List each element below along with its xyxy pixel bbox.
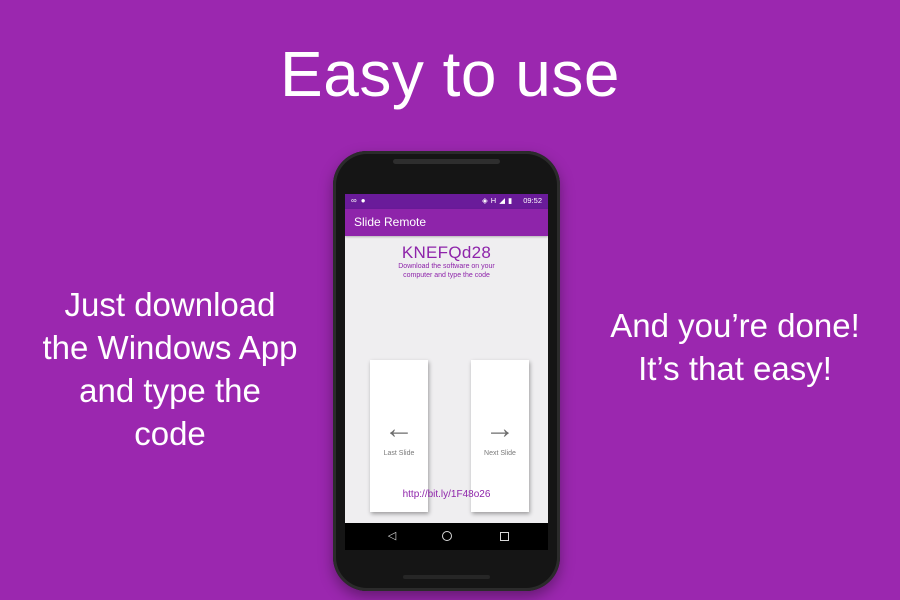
status-right: ◈H◢▮ 09:52 (482, 196, 542, 205)
link-icon: ∞ (351, 196, 361, 205)
pairing-code: KNEFQd28 (401, 243, 492, 262)
arrow-right-icon: → (485, 412, 515, 445)
status-time: 09:52 (523, 196, 542, 205)
arrow-left-icon: ← (384, 412, 414, 445)
phone-speaker (403, 575, 490, 579)
download-link[interactable]: http://bit.ly/1F48o26 (345, 489, 548, 500)
home-icon[interactable] (440, 529, 454, 543)
signal-h-icon: H (490, 196, 500, 205)
status-bar: ∞● ◈H◢▮ 09:52 (345, 194, 548, 209)
phone-screen: ∞● ◈H◢▮ 09:52 Slide Remote KNEFQd28 Down… (345, 194, 548, 550)
app-title: Slide Remote (354, 215, 427, 229)
next-slide-label: Next Slide (484, 450, 516, 457)
status-left-icons: ∞● (351, 196, 370, 205)
app-bar: Slide Remote (345, 209, 548, 236)
status-right-icons: ◈H◢▮ (482, 196, 520, 205)
pairing-instructions: Download the software on your computer a… (398, 263, 495, 279)
battery-icon: ▮ (507, 196, 516, 205)
back-icon[interactable]: ◁ (385, 529, 399, 543)
right-done-text: And you’re done! It’s that easy! (610, 307, 860, 387)
last-slide-label: Last Slide (383, 450, 415, 457)
recent-apps-icon[interactable] (497, 529, 511, 543)
location-icon: ● (360, 196, 370, 205)
android-nav-bar: ◁ (345, 523, 548, 550)
vibrate-icon: ◈ (482, 196, 491, 205)
phone-mockup: ∞● ◈H◢▮ 09:52 Slide Remote KNEFQd28 Down… (333, 151, 560, 591)
signal-icon: ◢ (499, 196, 508, 205)
headline: Easy to use (280, 38, 620, 110)
left-instructions-text: Just download the Windows App and type t… (42, 286, 298, 452)
